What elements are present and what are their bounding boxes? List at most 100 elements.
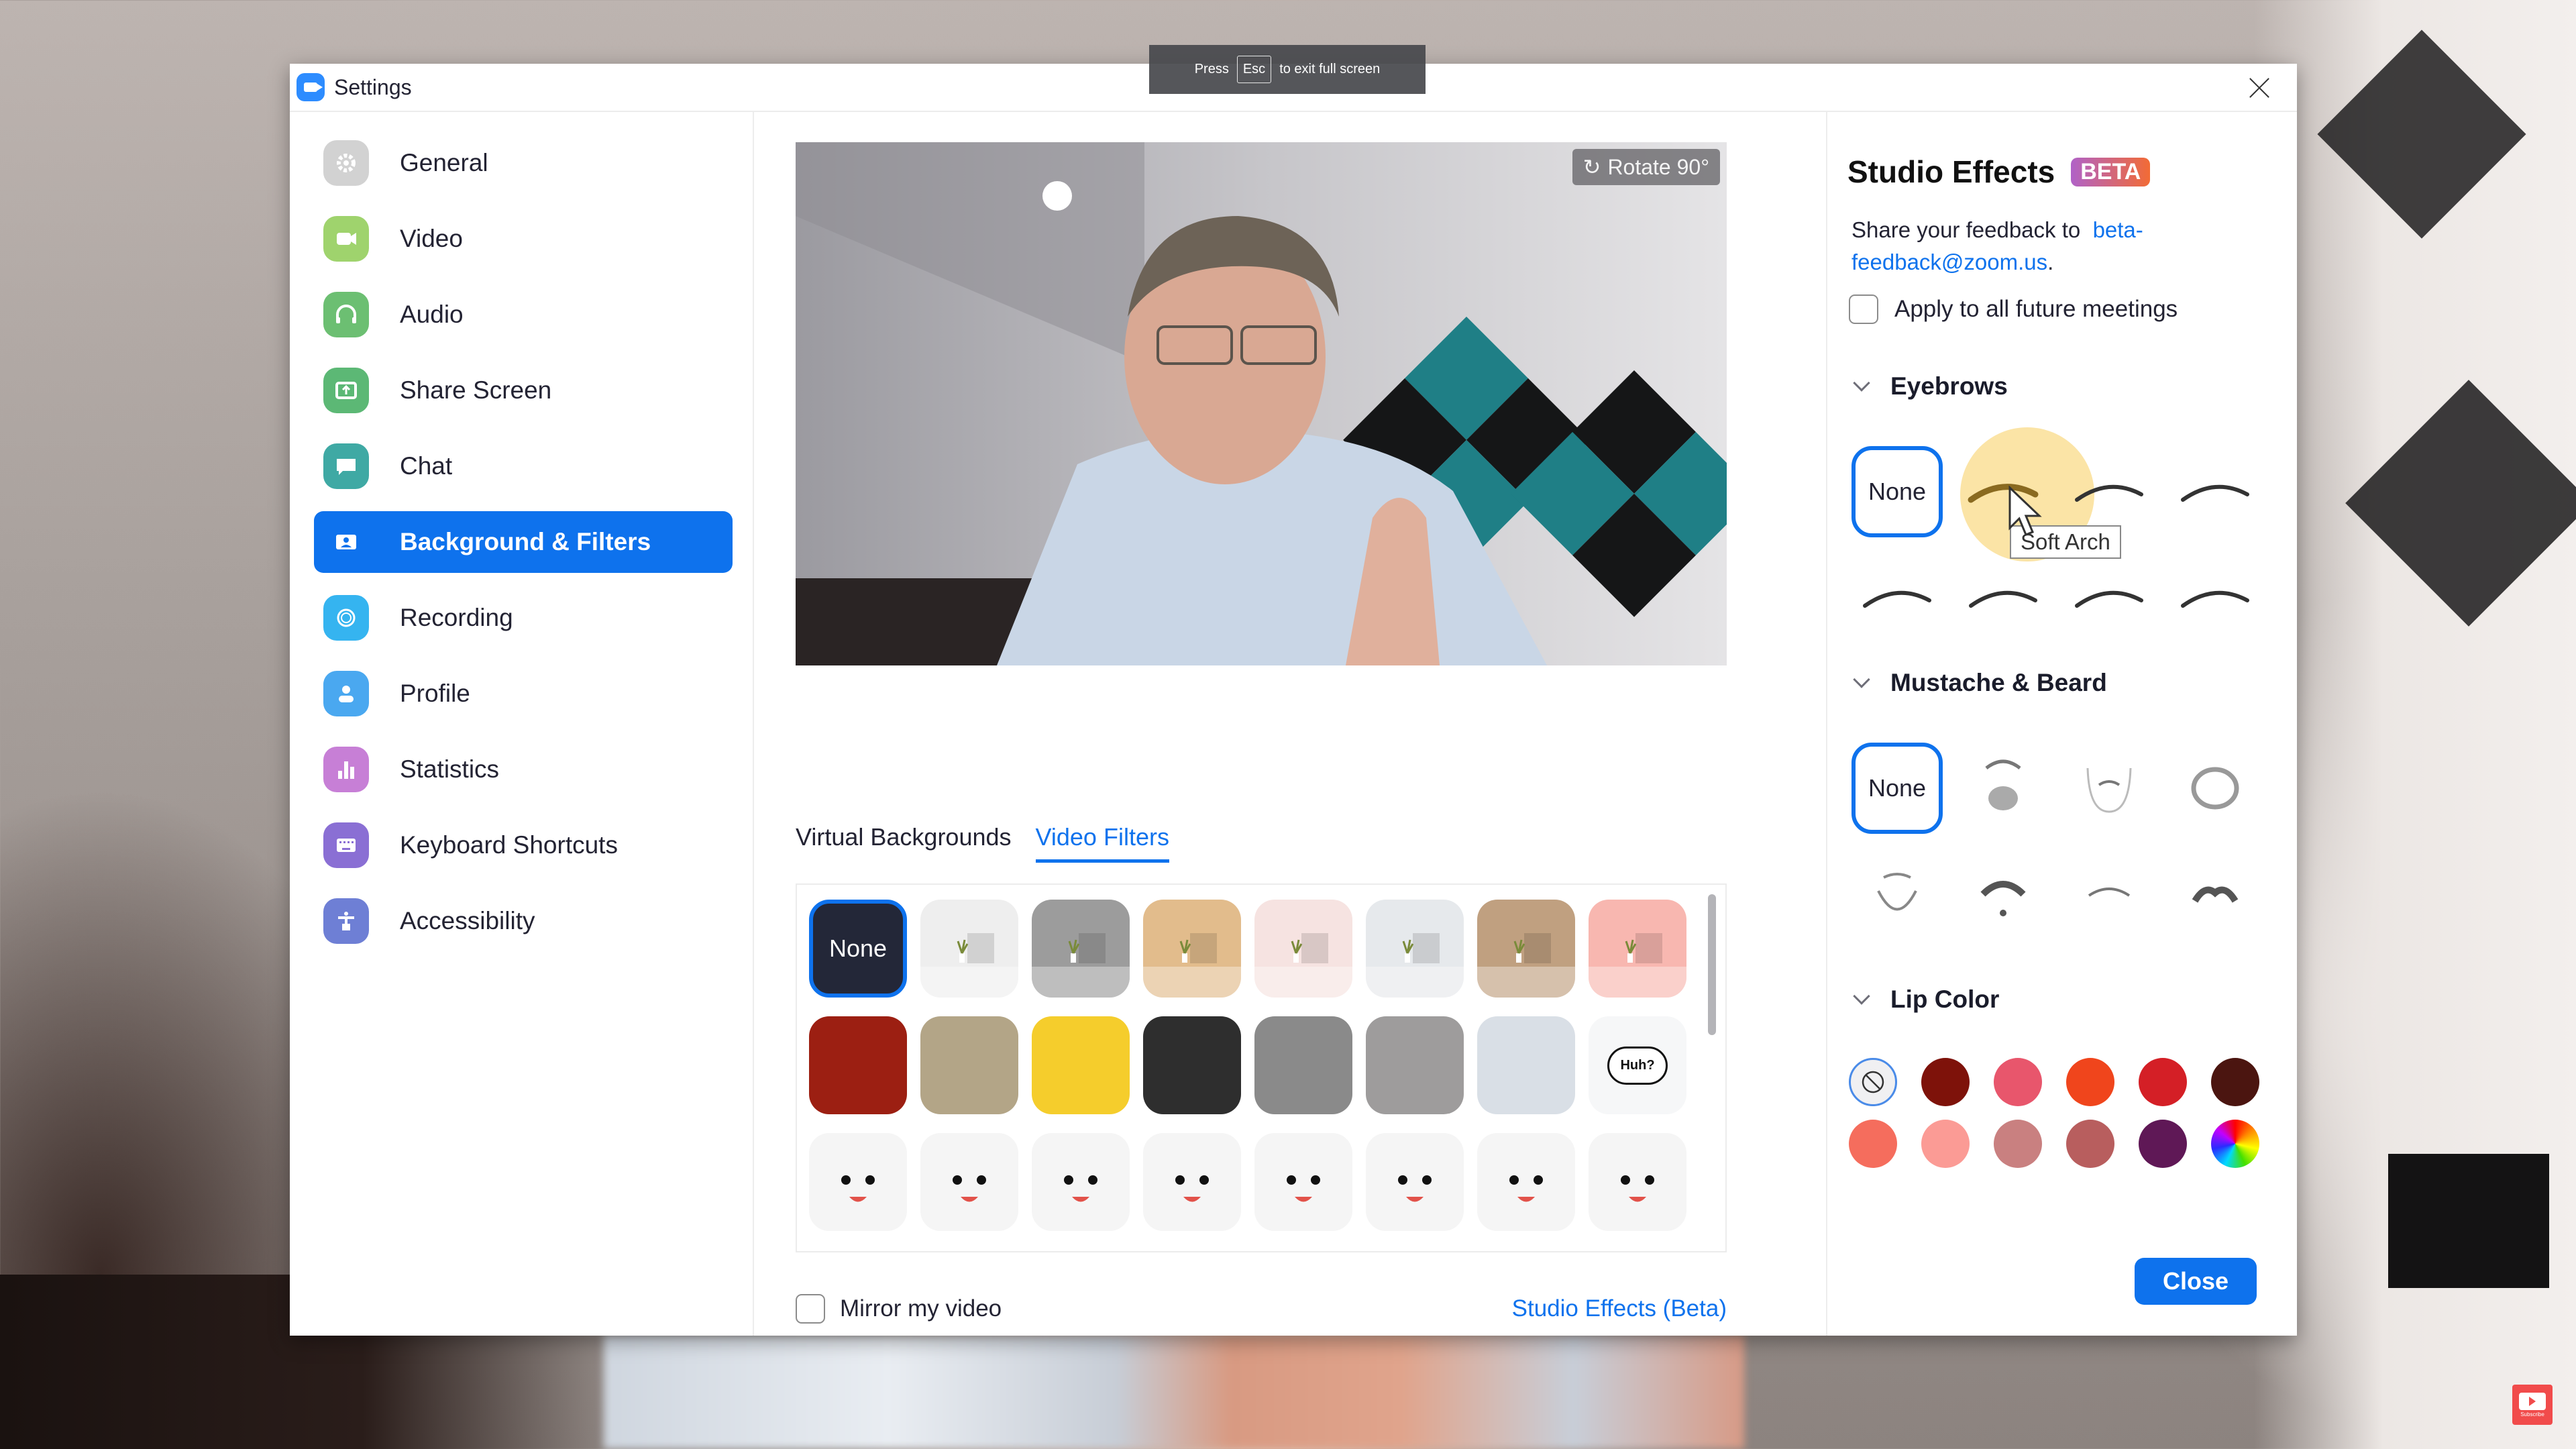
face-sticker-icon [1064,1175,1097,1202]
beard-heading: Mustache & Beard [1890,669,2107,696]
lip-color-swatch[interactable] [2139,1120,2187,1168]
video-filters-grid: None Huh? [796,883,1727,1252]
sidebar-item-label: Background & Filters [400,528,651,555]
filter-label: None [828,934,888,962]
filter-room-light-gray[interactable] [1366,900,1464,998]
beard-option-full-beard[interactable] [1957,743,2049,834]
lip-color-none[interactable] [1849,1058,1897,1106]
subscribe-button[interactable]: Subscribe [2512,1385,2553,1425]
filter-rainbow-face[interactable] [1032,1133,1130,1231]
room-scene-icon [920,933,1018,998]
filter-sprout-face[interactable] [920,1133,1018,1231]
feedback-prefix: Share your feedback to [1851,217,2081,242]
filter-retro-tv[interactable] [920,1016,1018,1114]
filter-emoji-frame[interactable] [1032,1016,1130,1114]
sidebar-item-video[interactable]: Video [314,208,733,270]
filter-room-white[interactable] [920,900,1018,998]
filter-room-pink[interactable] [1589,900,1686,998]
filter-pizza-face[interactable] [1143,1133,1241,1231]
eyebrows-option-eyebrow-7[interactable] [2063,552,2155,643]
filter-pixel-sunglasses[interactable] [809,1133,907,1231]
filter-room-gray[interactable] [1032,900,1130,998]
filter-tabs: Virtual Backgrounds Video Filters [796,823,1169,863]
sidebar-item-statistics[interactable]: Statistics [314,739,733,800]
apply-future-meetings-checkbox[interactable] [1849,294,1878,324]
eyebrows-option-eyebrow-8[interactable] [2169,552,2261,643]
eyebrows-option-eyebrow-5[interactable] [1851,552,1943,643]
filter-theater[interactable] [809,1016,907,1114]
filter-cap-face[interactable] [1254,1133,1352,1231]
sidebar-item-label: Accessibility [400,907,535,934]
mirror-video-option[interactable]: Mirror my video [796,1294,1002,1324]
sidebar-item-accessibility[interactable]: Accessibility [314,890,733,952]
close-icon[interactable] [2246,74,2273,101]
sidebar-item-profile[interactable]: Profile [314,663,733,724]
eyebrows-section-toggle[interactable]: Eyebrows [1849,372,2008,400]
filters-scrollbar[interactable] [1708,894,1716,1035]
rotate-button[interactable]: ↻ Rotate 90° [1572,149,1720,185]
eyebrows-option-none[interactable]: None [1851,446,1943,537]
sidebar-item-audio[interactable]: Audio [314,284,733,345]
accessibility-icon [323,898,369,944]
studio-effects-link[interactable]: Studio Effects (Beta) [1512,1295,1727,1322]
beard-section-toggle[interactable]: Mustache & Beard [1849,669,2107,697]
tab-video-filters[interactable]: Video Filters [1035,823,1169,863]
filter-old-tv[interactable] [1366,1016,1464,1114]
chat-bubble-icon [323,443,369,489]
eyebrows-option-eyebrow-4[interactable] [2169,446,2261,537]
lip-color-swatch[interactable] [2211,1058,2259,1106]
filter-medal-ribbon[interactable] [1477,1016,1575,1114]
beard-option-none[interactable]: None [1851,743,1943,834]
person-icon [323,671,369,716]
filter-speech-bubble[interactable]: Huh? [1589,1016,1686,1114]
mirror-video-checkbox[interactable] [796,1294,825,1324]
beta-badge: BETA [2071,157,2151,186]
filter-camera-frame[interactable] [1254,1016,1352,1114]
tab-virtual-backgrounds[interactable]: Virtual Backgrounds [796,823,1012,863]
studio-effects-header: Studio Effects BETA [1847,154,2151,190]
apply-future-meetings-option[interactable]: Apply to all future meetings [1849,294,2178,324]
lip-color-swatch[interactable] [2139,1058,2187,1106]
lip-color-swatch[interactable] [2066,1120,2114,1168]
feedback-period: . [2047,250,2054,274]
lip-color-swatch[interactable] [1921,1058,1970,1106]
sidebar-item-keyboard-shortcuts[interactable]: Keyboard Shortcuts [314,814,733,876]
lip-color-heading: Lip Color [1890,985,2000,1013]
filter-room-brown[interactable] [1477,900,1575,998]
beard-option-mustache-soul-patch[interactable] [1957,849,2049,940]
rotate-icon: ↻ [1582,155,1601,179]
fullscreen-hint-press: Press [1194,62,1229,76]
eyebrow-shape-icon [1969,590,2037,608]
eyebrows-option-eyebrow-6[interactable] [1957,552,2049,643]
lip-color-swatch[interactable] [1921,1120,1970,1168]
beard-option-thin-mustache[interactable] [2063,849,2155,940]
sidebar-item-general[interactable]: General [314,132,733,194]
sidebar-item-background-filters[interactable]: Background & Filters [314,511,733,573]
beard-option-goatee[interactable] [2063,743,2155,834]
lip-color-section-toggle[interactable]: Lip Color [1849,985,1999,1014]
lip-color-swatch[interactable] [2066,1058,2114,1106]
eyebrow-shape-icon [1863,590,1931,608]
sidebar-item-label: Share Screen [400,376,552,404]
face-sticker-icon [841,1175,875,1202]
sidebar-item-share-screen[interactable]: Share Screen [314,360,733,421]
filter-none[interactable]: None [809,900,907,998]
beard-option-circle-beard[interactable] [2169,743,2261,834]
filter-n95-mask[interactable] [1477,1133,1575,1231]
beard-option-handlebar[interactable] [2169,849,2261,940]
sidebar-item-recording[interactable]: Recording [314,587,733,649]
filter-surgical-mask[interactable] [1589,1133,1686,1231]
filter-room-blush[interactable] [1254,900,1352,998]
lip-color-swatch[interactable] [1994,1058,2042,1106]
lip-color-swatch[interactable] [1849,1120,1897,1168]
filter-happy-face[interactable] [1366,1133,1464,1231]
filter-room-tan[interactable] [1143,900,1241,998]
room-scene-icon [1143,933,1241,998]
beard-option-chinstrap[interactable] [1851,849,1943,940]
filter-bulb-frame[interactable] [1143,1016,1241,1114]
lip-color-custom-picker[interactable] [2211,1120,2259,1168]
close-button[interactable]: Close [2135,1258,2257,1305]
sidebar-item-chat[interactable]: Chat [314,435,733,497]
eyebrows-option-eyebrow-3[interactable] [2063,446,2155,537]
lip-color-swatch[interactable] [1994,1120,2042,1168]
